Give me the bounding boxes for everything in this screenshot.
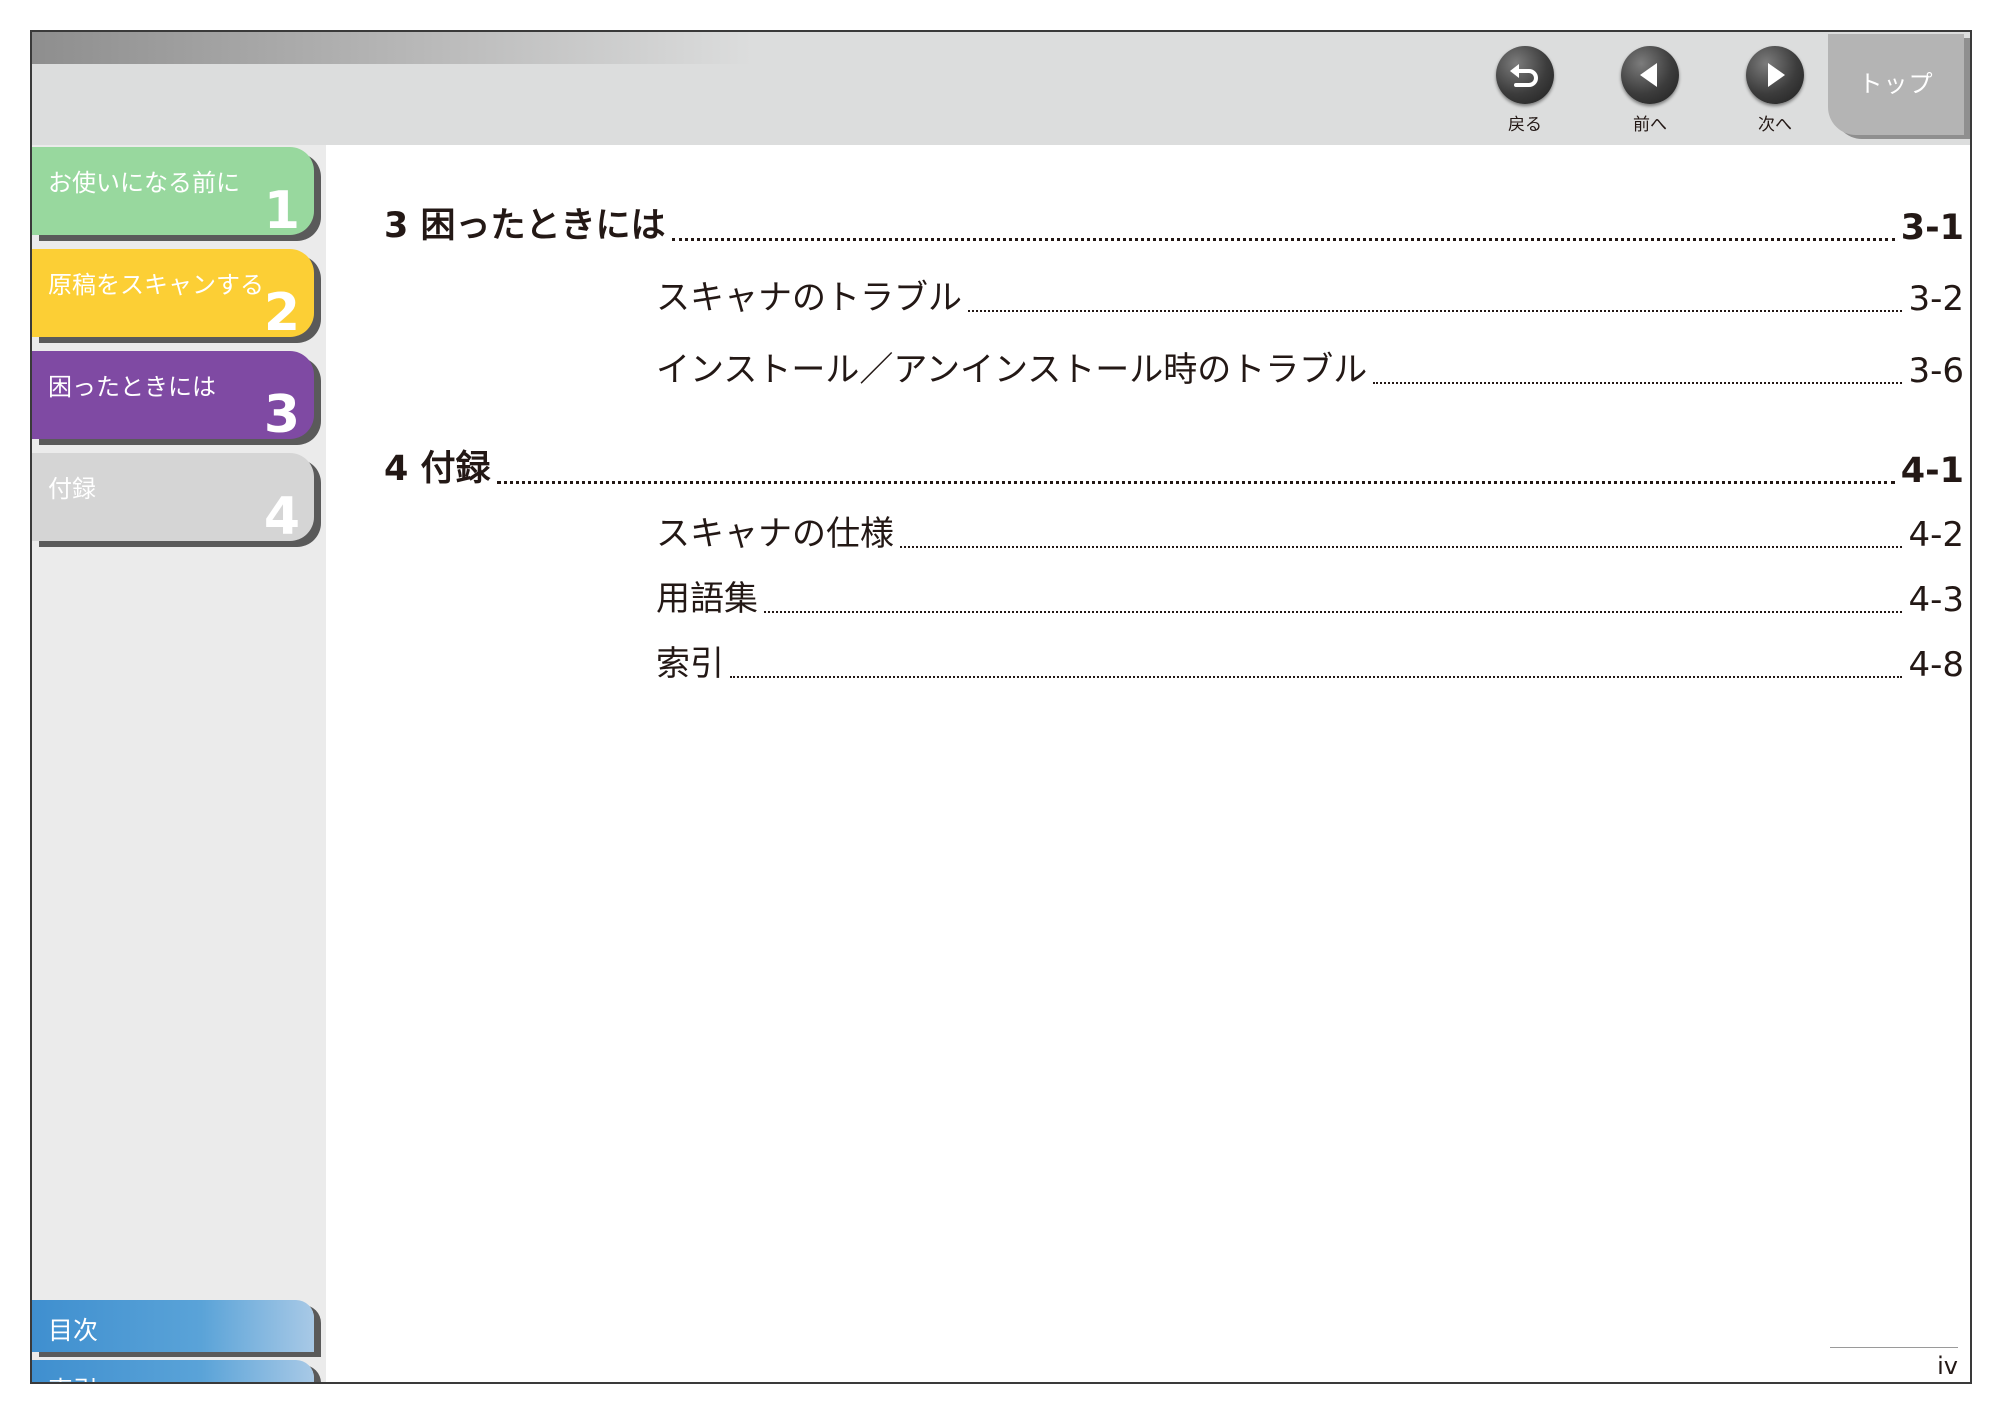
toc-entry-page: 3-6 bbox=[1908, 351, 1964, 391]
next-label: 次へ bbox=[1758, 115, 1792, 135]
index-button[interactable]: 索引 bbox=[32, 1360, 314, 1382]
toc-entry-title: 索引 bbox=[656, 644, 724, 684]
dot-leader bbox=[671, 238, 1895, 241]
toc-entry-chapter-4[interactable]: 4 付録 4-1 bbox=[384, 440, 1964, 491]
toc-entry[interactable]: インストール／アンインストール時のトラブル 3-6 bbox=[656, 342, 1964, 391]
sidebar-chapter-1[interactable]: お使いになる前に 1 bbox=[32, 147, 314, 241]
toc-entry[interactable]: スキャナのトラブル 3-2 bbox=[656, 270, 1964, 319]
toc-entry-page: 4-2 bbox=[1908, 515, 1964, 555]
dot-leader bbox=[900, 546, 1903, 548]
triangle-left-icon bbox=[1621, 46, 1679, 104]
top-label: トップ bbox=[1858, 70, 1934, 98]
triangle-right-icon bbox=[1746, 46, 1804, 104]
toc-entry[interactable]: 索引 4-8 bbox=[656, 636, 1964, 685]
chapter-number: 3 bbox=[263, 385, 300, 445]
prev-button[interactable]: 前へ bbox=[1605, 46, 1695, 136]
toc-entry-title: 用語集 bbox=[656, 579, 758, 619]
header-gradient-strip bbox=[32, 32, 752, 64]
top-button[interactable]: トップ bbox=[1828, 34, 1964, 135]
toc-entry[interactable]: 用語集 4-3 bbox=[656, 571, 1964, 620]
toc-entry-page: 3-2 bbox=[1908, 279, 1964, 319]
next-button[interactable]: 次へ bbox=[1730, 46, 1820, 136]
toc-entry-page: 3-1 bbox=[1900, 208, 1964, 248]
chapter-title: お使いになる前に bbox=[48, 169, 240, 197]
sidebar-chapter-2[interactable]: 原稿をスキャンする 2 bbox=[32, 249, 314, 343]
dot-leader bbox=[1373, 382, 1903, 384]
dot-leader bbox=[764, 611, 1903, 613]
back-label: 戻る bbox=[1508, 115, 1542, 135]
sidebar: お使いになる前に 1 原稿をスキャンする 2 困ったときには 3 付録 4 目次… bbox=[32, 145, 326, 1382]
chapter-title: 付録 bbox=[48, 475, 96, 503]
toc-entry-title: 3 困ったときには bbox=[384, 206, 666, 246]
prev-label: 前へ bbox=[1633, 115, 1667, 135]
toc-entry[interactable]: スキャナの仕様 4-2 bbox=[656, 506, 1964, 555]
chapter-number: 4 bbox=[263, 487, 300, 547]
page-number: iv bbox=[1830, 1347, 1958, 1380]
back-button[interactable]: 戻る bbox=[1480, 46, 1570, 136]
chapter-title: 困ったときには bbox=[48, 373, 216, 401]
chapter-number: 1 bbox=[263, 181, 300, 241]
toc-entry-title: インストール／アンインストール時のトラブル bbox=[656, 350, 1368, 390]
toc-entry-title: スキャナのトラブル bbox=[656, 278, 962, 318]
sidebar-chapter-4[interactable]: 付録 4 bbox=[32, 453, 314, 547]
chapter-number: 2 bbox=[263, 283, 300, 343]
toc-entry-page: 4-3 bbox=[1908, 580, 1964, 620]
dot-leader bbox=[730, 676, 1903, 678]
document-page: 戻る 前へ 次へ トップ お使いになる前に 1 原稿をスキャンする 2 困ったと… bbox=[30, 30, 1972, 1384]
sidebar-chapter-3[interactable]: 困ったときには 3 bbox=[32, 351, 314, 445]
contents-button[interactable]: 目次 bbox=[32, 1300, 314, 1352]
toc-entry-page: 4-8 bbox=[1908, 645, 1964, 685]
index-label: 索引 bbox=[48, 1371, 98, 1382]
toc-entry-title: 4 付録 bbox=[384, 449, 491, 489]
toc-entry-chapter-3[interactable]: 3 困ったときには 3-1 bbox=[384, 197, 1964, 248]
return-arrow-icon bbox=[1496, 46, 1554, 104]
header-bar: 戻る 前へ 次へ トップ bbox=[32, 32, 1970, 145]
toc-entry-page: 4-1 bbox=[1900, 451, 1964, 491]
chapter-title: 原稿をスキャンする bbox=[48, 271, 264, 299]
contents-label: 目次 bbox=[48, 1316, 99, 1345]
toc-entry-title: スキャナの仕様 bbox=[656, 514, 894, 554]
dot-leader bbox=[968, 310, 1903, 312]
dot-leader bbox=[496, 481, 1895, 484]
